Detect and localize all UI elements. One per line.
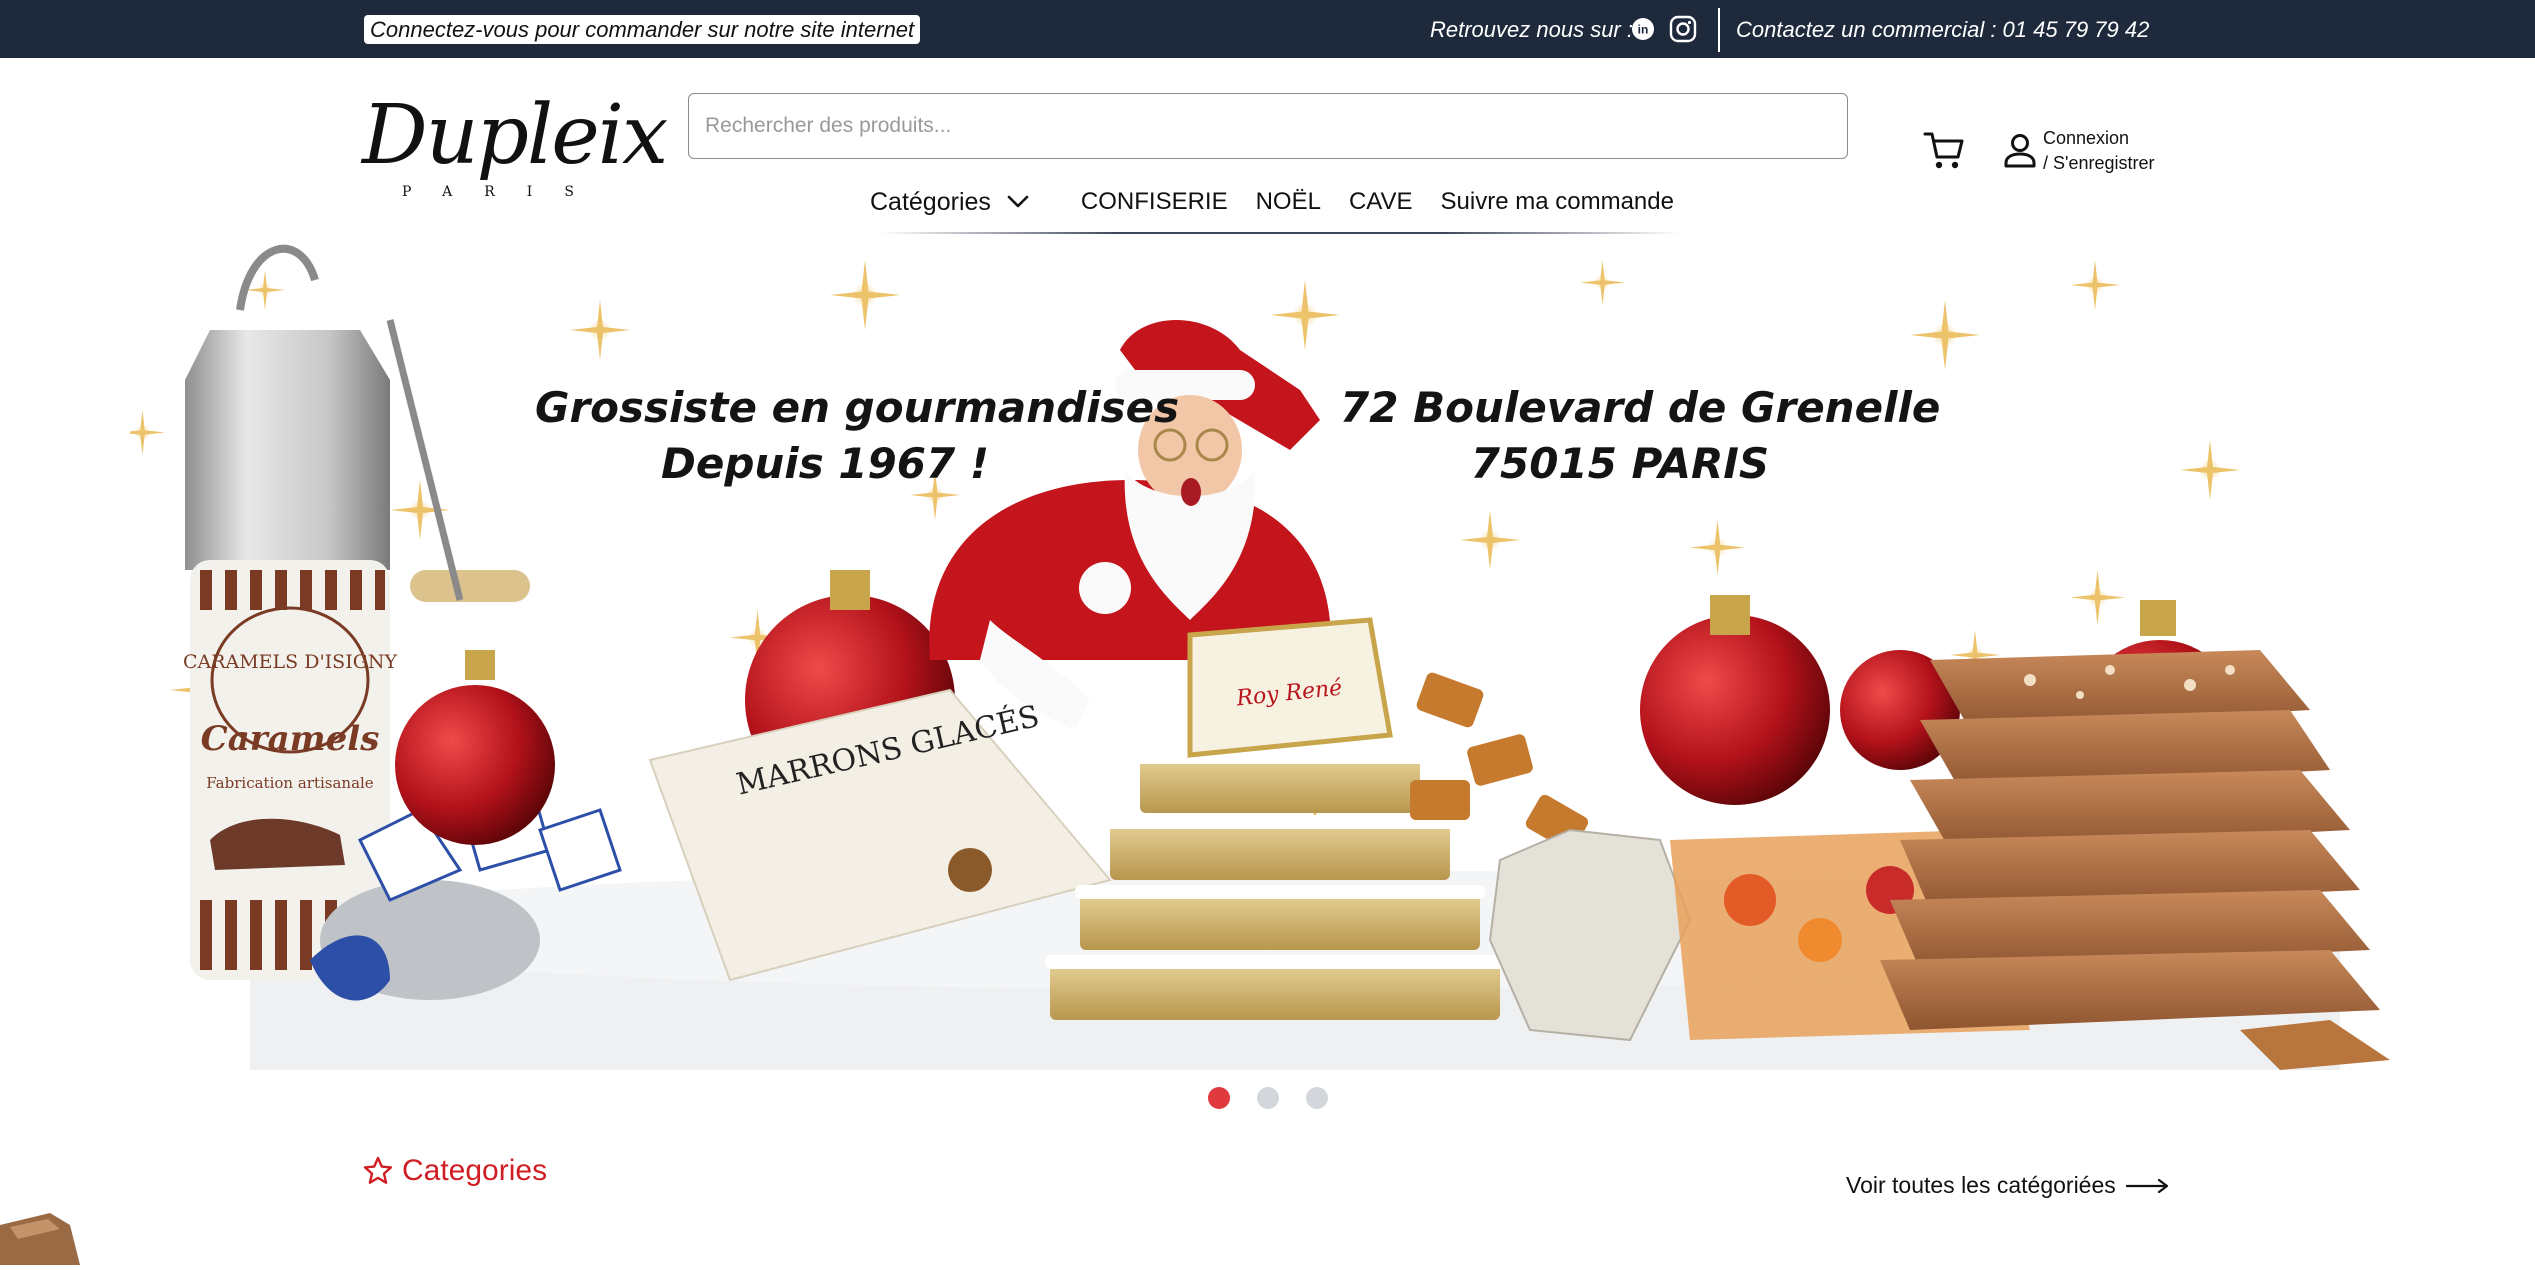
hero-right-line1: 72 Boulevard de Grenelle — [1340, 383, 1941, 432]
linkedin-icon[interactable]: in — [1628, 14, 1658, 44]
categories-dropdown[interactable]: Catégories — [870, 188, 1029, 217]
hero-illustration: CARAMELS D'ISIGNY Caramels Fabrication a… — [130, 244, 2390, 1070]
hero-left-line2: Depuis 1967 ! — [660, 439, 989, 488]
nav-underline — [880, 232, 1680, 234]
category-thumbnail-partial — [0, 1205, 80, 1265]
main-nav: Catégories CONFISERIE NOËL CAVE Suivre m… — [870, 180, 1702, 224]
logo-script-text: Dupleix — [362, 88, 668, 183]
star-icon — [363, 1156, 393, 1184]
tin-title-label: Caramels — [201, 719, 380, 759]
search-input[interactable] — [688, 93, 1848, 159]
categories-section-title: Categories — [402, 1154, 548, 1187]
cart-icon[interactable] — [1922, 128, 1966, 172]
nav-link-order-tracking[interactable]: Suivre ma commande — [1441, 188, 1674, 216]
see-all-categories-label: Voir toutes les catégoriées — [1846, 1172, 2116, 1198]
logo-subtitle: PARIS — [402, 184, 606, 200]
topbar-divider — [1718, 8, 1720, 52]
nav-link-cave[interactable]: CAVE — [1349, 188, 1413, 216]
account-links[interactable]: Connexion / S'enregistrer — [2043, 126, 2154, 176]
dupleix-logo[interactable]: Dupleix PARIS — [362, 88, 668, 208]
categories-label: Catégories — [870, 187, 991, 216]
chevron-down-icon — [1007, 195, 1029, 208]
tin-brand-label: CARAMELS D'ISIGNY — [183, 651, 398, 673]
carousel-dot-2[interactable] — [1257, 1087, 1279, 1109]
tin-sub-label: Fabrication artisanale — [206, 774, 374, 792]
hero-headline-right: 72 Boulevard de Grenelle 75015 PARIS — [1340, 380, 1941, 492]
categories-section-heading: Categories — [362, 1154, 547, 1188]
arrow-right-icon — [2125, 1178, 2168, 1193]
carousel-dot-1[interactable] — [1208, 1087, 1230, 1109]
svg-text:in: in — [1638, 23, 1649, 37]
nav-link-noel[interactable]: NOËL — [1256, 188, 1321, 216]
hero-headline-left: Grossiste en gourmandises Depuis 1967 ! — [535, 380, 1180, 492]
nav-link-confiserie[interactable]: CONFISERIE — [1081, 188, 1228, 216]
carousel-dots — [1208, 1087, 1328, 1109]
top-bar: Connectez-vous pour commander sur notre … — [0, 0, 2535, 58]
contact-sales-label: Contactez un commercial : 01 45 79 79 42 — [1736, 17, 2150, 42]
user-icon[interactable] — [2003, 132, 2037, 168]
hero-banner[interactable]: CARAMELS D'ISIGNY Caramels Fabrication a… — [130, 240, 2410, 1070]
hero-left-line1: Grossiste en gourmandises — [535, 383, 1180, 432]
login-prompt-link[interactable]: Connectez-vous pour commander sur notre … — [364, 15, 921, 44]
login-link[interactable]: Connexion — [2043, 126, 2154, 151]
hero-right-line2: 75015 PARIS — [1470, 439, 1770, 488]
follow-us-label: Retrouvez nous sur : — [1430, 17, 1633, 42]
see-all-categories-link[interactable]: Voir toutes les catégoriées — [1846, 1172, 2170, 1199]
carousel-dot-3[interactable] — [1306, 1087, 1328, 1109]
register-link[interactable]: / S'enregistrer — [2043, 151, 2154, 176]
instagram-icon[interactable] — [1668, 14, 1698, 44]
